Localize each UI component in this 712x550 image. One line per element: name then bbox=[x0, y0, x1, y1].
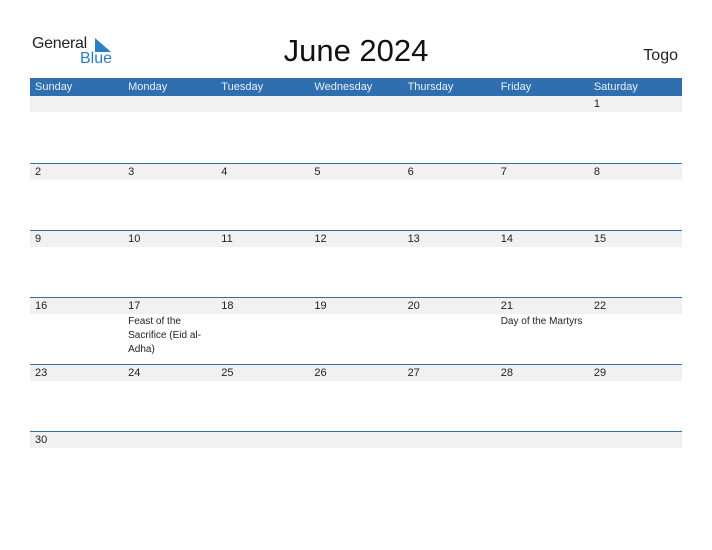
day-cell: 10 bbox=[123, 231, 216, 297]
day-number: 30 bbox=[35, 434, 48, 446]
day-number: 21 bbox=[500, 300, 513, 312]
day-number: 10 bbox=[128, 233, 141, 245]
day-cell: 6 bbox=[403, 164, 496, 230]
day-number: 2 bbox=[35, 166, 42, 178]
day-number: 3 bbox=[128, 166, 135, 178]
day-cell: 8 bbox=[589, 164, 682, 230]
day-cell: 13 bbox=[403, 231, 496, 297]
weekday-wednesday: Wednesday bbox=[314, 81, 373, 93]
week-row: 1 bbox=[30, 96, 682, 163]
day-cell bbox=[403, 96, 496, 163]
day-cell bbox=[30, 96, 123, 163]
day-number: 4 bbox=[221, 166, 228, 178]
day-cell: 15 bbox=[589, 231, 682, 297]
week-row: 9 10 11 12 13 14 15 bbox=[30, 230, 682, 297]
day-cell: 16 bbox=[30, 298, 123, 364]
week-cells: 9 10 11 12 13 14 15 bbox=[30, 231, 682, 297]
day-number: 9 bbox=[35, 233, 42, 245]
day-number: 1 bbox=[593, 98, 600, 110]
day-number: 8 bbox=[593, 166, 600, 178]
day-cell: 23 bbox=[30, 365, 123, 431]
day-cell: 27 bbox=[403, 365, 496, 431]
day-cell: 11 bbox=[216, 231, 309, 297]
day-cell: 1 bbox=[589, 96, 682, 163]
day-number: 11 bbox=[221, 233, 233, 245]
day-cell: 25 bbox=[216, 365, 309, 431]
day-cell: 9 bbox=[30, 231, 123, 297]
day-number: 7 bbox=[500, 166, 507, 178]
day-cell: 4 bbox=[216, 164, 309, 230]
day-number: 13 bbox=[407, 233, 420, 245]
day-number: 27 bbox=[407, 367, 420, 379]
day-cell bbox=[309, 96, 402, 163]
day-cell: 24 bbox=[123, 365, 216, 431]
day-cell bbox=[309, 432, 402, 498]
day-cell: 5 bbox=[309, 164, 402, 230]
holiday-label: Day of the Martyrs bbox=[500, 316, 583, 327]
day-number: 19 bbox=[314, 300, 327, 312]
day-cell bbox=[589, 432, 682, 498]
day-cell bbox=[403, 432, 496, 498]
weekday-friday: Friday bbox=[500, 81, 532, 93]
day-number: 22 bbox=[593, 300, 607, 312]
weekday-monday: Monday bbox=[128, 81, 168, 93]
day-cell: 30 bbox=[30, 432, 123, 498]
week-cells: 16 17 Feast of the Sacrifice (Eid al-Adha)… bbox=[30, 298, 682, 364]
holiday-label: Feast of the Sacrifice (Eid al-Adha) bbox=[128, 316, 201, 355]
day-cell bbox=[496, 96, 589, 163]
day-cell: 17 Feast of the Sacrifice (Eid al-Adha) bbox=[123, 298, 216, 364]
day-cell: 26 bbox=[309, 365, 402, 431]
calendar-title: June 2024 bbox=[283, 33, 429, 68]
day-number: 28 bbox=[500, 367, 513, 379]
day-number: 17 bbox=[128, 300, 141, 312]
day-cell: 28 bbox=[496, 365, 589, 431]
week-row: 30 bbox=[30, 431, 682, 498]
day-cell bbox=[123, 432, 216, 498]
day-number: 24 bbox=[128, 367, 141, 379]
day-cell: 3 bbox=[123, 164, 216, 230]
day-cell bbox=[216, 96, 309, 163]
week-cells: 1 bbox=[30, 96, 682, 163]
day-number: 20 bbox=[407, 300, 420, 312]
day-number: 15 bbox=[593, 233, 607, 245]
calendar-grid: Sunday Monday Tuesday Wednesday Thursday… bbox=[30, 78, 682, 498]
day-cell bbox=[216, 432, 309, 498]
day-cell: 12 bbox=[309, 231, 402, 297]
day-number: 29 bbox=[593, 367, 607, 379]
day-cell bbox=[123, 96, 216, 163]
day-cell: 21 Day of the Martyrs bbox=[496, 298, 589, 364]
day-cell: 22 bbox=[589, 298, 682, 364]
week-cells: 30 bbox=[30, 432, 682, 498]
day-number: 5 bbox=[314, 166, 321, 178]
day-number: 18 bbox=[221, 300, 234, 312]
day-cell: 2 bbox=[30, 164, 123, 230]
day-cell: 29 bbox=[589, 365, 682, 431]
weeks-container: 1 2 3 4 5 6 7 8 9 10 11 12 13 14 15 16 17 Feast of the Sa… bbox=[30, 96, 682, 498]
weekday-thursday: Thursday bbox=[407, 81, 454, 93]
day-cell: 19 bbox=[309, 298, 402, 364]
day-cell: 14 bbox=[496, 231, 589, 297]
day-cell: 18 bbox=[216, 298, 309, 364]
day-number: 6 bbox=[407, 166, 414, 178]
day-number: 23 bbox=[35, 367, 48, 379]
day-number: 25 bbox=[221, 367, 234, 379]
weekday-saturday: Saturday bbox=[593, 81, 638, 93]
week-row: 2 3 4 5 6 7 8 bbox=[30, 163, 682, 230]
week-row: 16 17 Feast of the Sacrifice (Eid al-Adha)… bbox=[30, 297, 682, 364]
week-cells: 2 3 4 5 6 7 8 bbox=[30, 164, 682, 230]
day-number: 16 bbox=[35, 300, 48, 312]
day-cell: 20 bbox=[403, 298, 496, 364]
country-label: Togo bbox=[643, 47, 678, 64]
day-cell: 7 bbox=[496, 164, 589, 230]
day-cell bbox=[496, 432, 589, 498]
week-row: 23 24 25 26 27 28 29 bbox=[30, 364, 682, 431]
weekday-header: Sunday Monday Tuesday Wednesday Thursday… bbox=[30, 78, 682, 96]
week-cells: 23 24 25 26 27 28 29 bbox=[30, 365, 682, 431]
weekday-tuesday: Tuesday bbox=[221, 81, 264, 93]
day-number: 14 bbox=[500, 233, 513, 245]
day-number: 26 bbox=[314, 367, 327, 379]
day-number: 12 bbox=[314, 233, 327, 245]
weekday-sunday: Sunday bbox=[35, 81, 73, 93]
